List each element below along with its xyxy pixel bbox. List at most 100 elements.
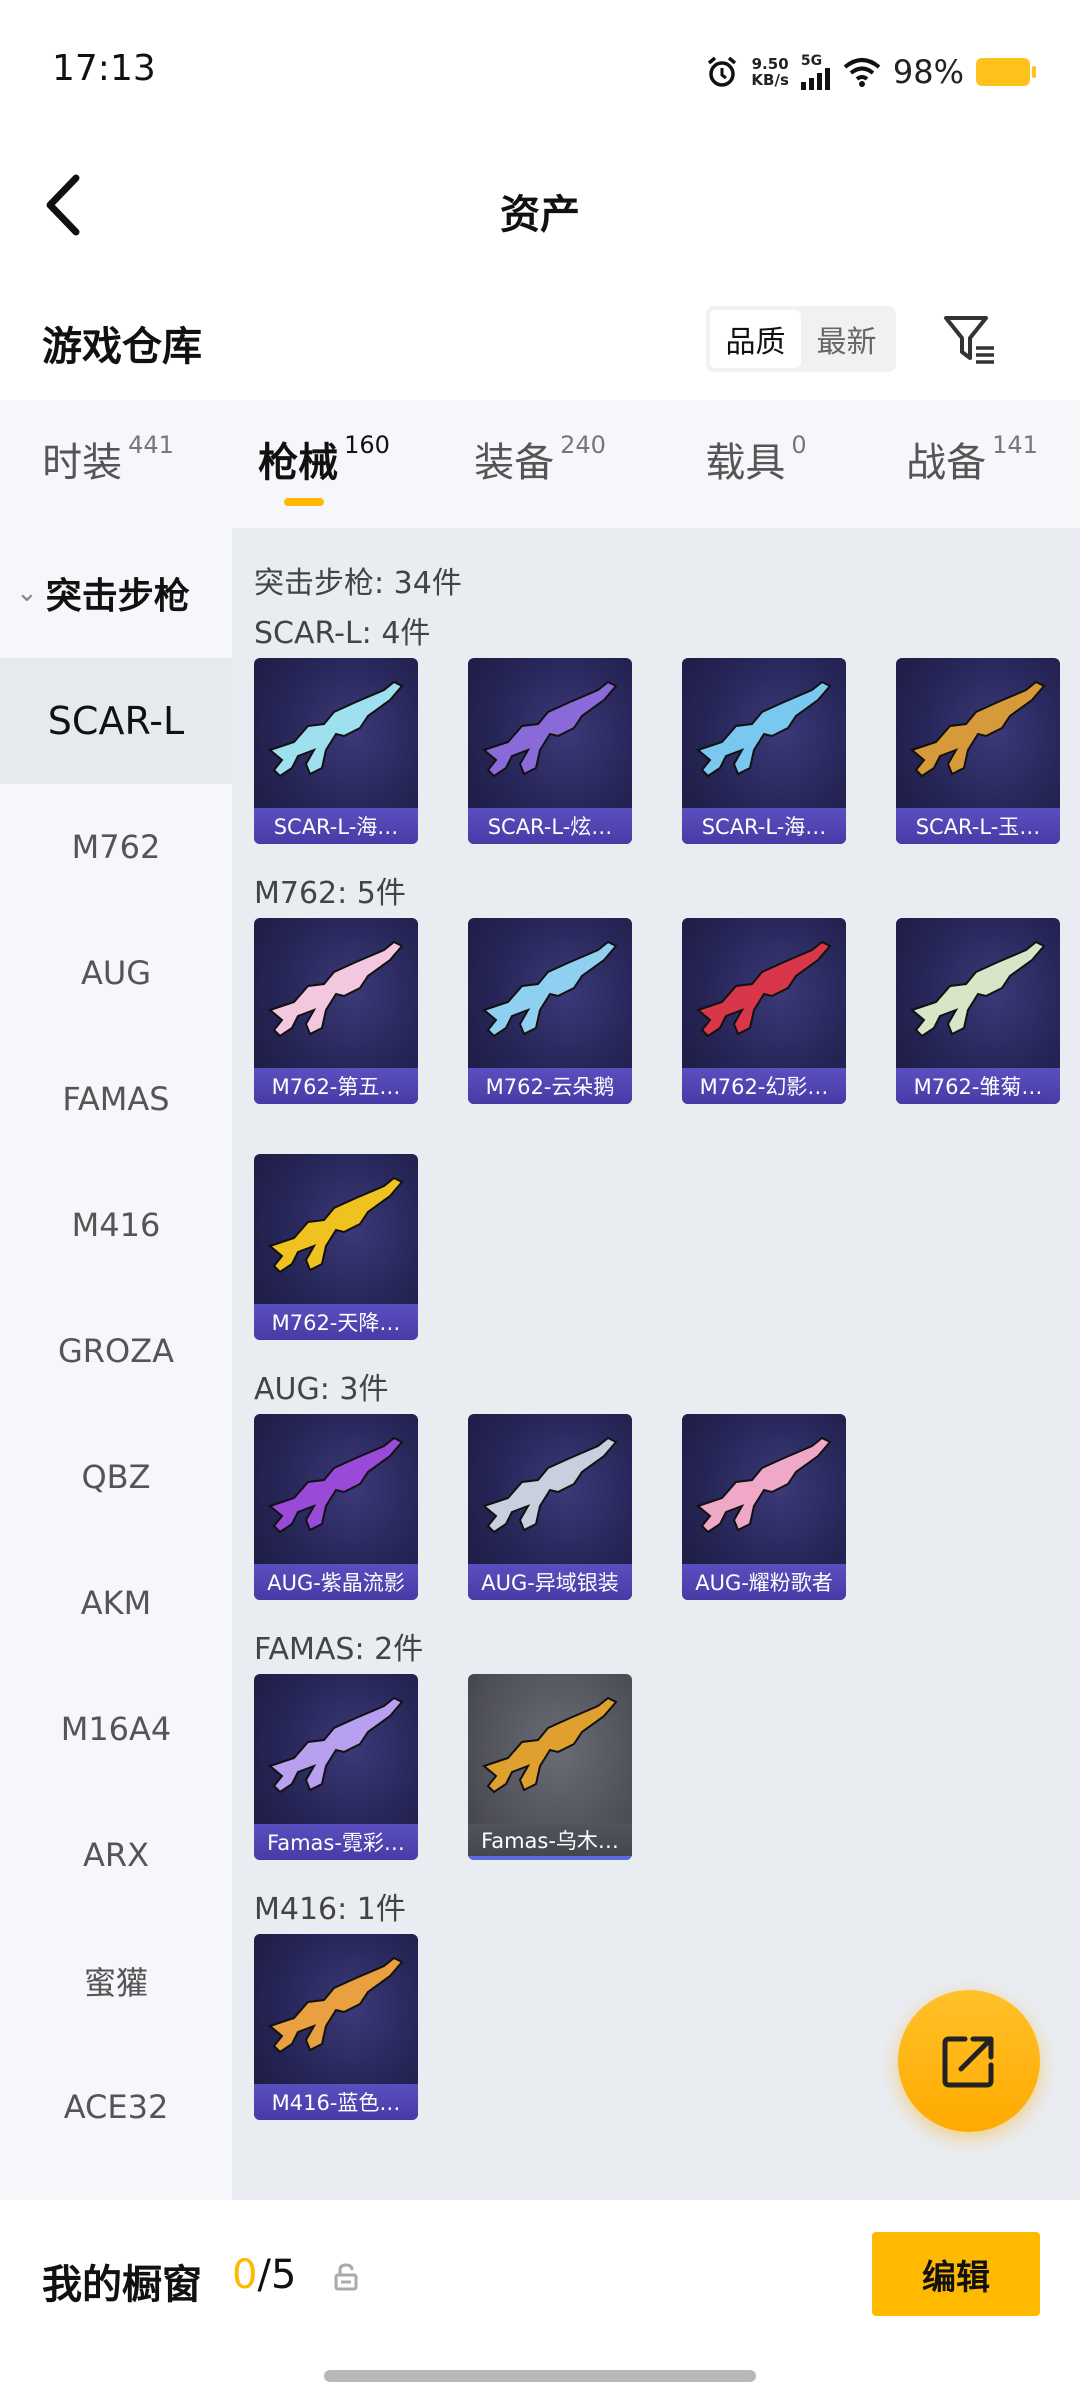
battery-percent: 98% [892,53,964,91]
weapon-card[interactable]: M762-第五… [254,918,418,1104]
weapon-name: M762-云朵鹅 [468,1068,632,1104]
weapon-card[interactable]: M416-蓝色… [254,1934,418,2120]
sidebar-item[interactable]: SCAR-L [0,658,232,784]
tab-equipment[interactable]: 装备 240 [432,400,648,528]
tab-label: 时装 [42,440,123,486]
chevron-down-icon: ⌄ [16,578,38,608]
weapon-name: SCAR-L-玉… [896,808,1060,844]
status-icons: 9.50 KB/s 5G 98% [705,48,1036,96]
weapon-name: AUG-紫晶流影 [254,1564,418,1600]
page-title: 资产 [500,192,580,238]
sort-quality-option[interactable]: 品质 [710,310,801,368]
showcase-separator: / [257,2252,271,2298]
net-speed-value: 9.50 [751,55,789,73]
weapon-card[interactable]: M762-云朵鹅 [468,918,632,1104]
rifle-icon [481,1696,618,1794]
network-type: 5G [800,53,823,69]
rifle-icon [481,680,618,778]
tab-active-indicator [284,498,324,506]
weapon-name: SCAR-L-海… [254,808,418,844]
rifle-icon [909,680,1046,778]
tab-fashion[interactable]: 时装 441 [0,400,216,528]
weapon-card[interactable]: SCAR-L-海… [254,658,418,844]
tab-count: 160 [344,431,390,459]
group-label: SCAR-L: 4件 [254,616,431,651]
category-total: 突击步枪: 34件 [254,566,462,601]
weapon-name: Famas-霓彩… [254,1824,418,1860]
weapon-name: AUG-耀粉歌者 [682,1564,846,1600]
share-export-icon [942,2036,994,2088]
weapon-card[interactable]: AUG-异域银装 [468,1414,632,1600]
group-label: AUG: 3件 [254,1372,389,1407]
weapon-card[interactable]: Famas-霓彩… [254,1674,418,1860]
weapon-card[interactable]: M762-雏菊… [896,918,1060,1104]
weapon-name: Famas-乌木… [468,1824,632,1860]
rifle-icon [267,1176,404,1274]
share-button[interactable] [898,1990,1040,2132]
sidebar-item[interactable]: AKM [0,1540,232,1666]
rifle-icon [267,1956,404,2054]
weapon-card[interactable]: SCAR-L-海… [682,658,846,844]
tab-count: 0 [791,431,807,459]
sidebar-item[interactable]: ARX [0,1792,232,1918]
sidebar-item[interactable]: M416 [0,1162,232,1288]
sidebar-item[interactable]: ACE32 [0,2044,232,2170]
showcase-max: 5 [270,2252,297,2298]
tab-vehicles[interactable]: 载具 0 [648,400,864,528]
tab-label: 载具 [705,440,786,486]
tab-label: 装备 [474,440,555,486]
net-speed: 9.50 KB/s [751,56,788,88]
top-nav: 资产 [0,140,1080,280]
rifle-icon [267,680,404,778]
wifi-icon [843,58,881,87]
sidebar-category-header[interactable]: ⌄ 突击步枪 [0,528,232,658]
battery-icon [976,58,1036,86]
rifle-icon [267,940,404,1038]
sidebar-item[interactable]: 蜜獾 [0,1918,232,2044]
tab-combat-gear[interactable]: 战备 141 [864,400,1080,528]
weapon-card[interactable]: M762-幻影… [682,918,846,1104]
sidebar-item[interactable]: QBZ [0,1414,232,1540]
weapon-card[interactable]: SCAR-L-炫… [468,658,632,844]
showcase-title: 我的橱窗 [42,2262,202,2308]
tab-firearms[interactable]: 枪械 160 [216,400,432,528]
rifle-icon [695,940,832,1038]
home-indicator[interactable] [324,2370,756,2382]
weapon-card[interactable]: M762-天降… [254,1154,418,1340]
showcase-current: 0 [232,2252,258,2298]
weapon-card[interactable]: Famas-乌木… [468,1674,632,1860]
rifle-icon [695,680,832,778]
showcase-bar: 我的橱窗 0/5 编辑 [0,2200,1080,2400]
tab-count: 141 [992,431,1038,459]
weapon-grid: 突击步枪: 34件 SCAR-L: 4件 SCAR-L-海… SCAR-L-炫… SC… [232,528,1080,2200]
sidebar-item[interactable]: FAMAS [0,1036,232,1162]
weapon-name: M416-蓝色… [254,2084,418,2120]
tab-count: 240 [560,431,606,459]
signal-icon [800,68,830,90]
tab-count: 441 [128,431,174,459]
group-label: M762: 5件 [254,876,406,911]
net-speed-unit: KB/s [751,71,789,89]
weapon-name: M762-幻影… [682,1068,846,1104]
weapon-card[interactable]: AUG-紫晶流影 [254,1414,418,1600]
warehouse-header: 游戏仓库 品质 最新 [0,290,1080,400]
edit-button[interactable]: 编辑 [872,2232,1040,2316]
warehouse-title: 游戏仓库 [42,324,202,370]
weapon-card[interactable]: SCAR-L-玉… [896,658,1060,844]
lock-icon [334,2263,358,2291]
weapon-name: AUG-异域银装 [468,1564,632,1600]
sort-latest-option[interactable]: 最新 [801,310,892,368]
signal-group: 5G [800,53,831,90]
sidebar-item[interactable]: AUG [0,910,232,1036]
weapon-name: SCAR-L-炫… [468,808,632,844]
weapon-card[interactable]: AUG-耀粉歌者 [682,1414,846,1600]
tab-label: 战备 [906,440,987,486]
filter-icon[interactable] [940,310,1000,370]
sidebar-item[interactable]: M16A4 [0,1666,232,1792]
rifle-icon [481,940,618,1038]
showcase-count: 0/5 [232,2252,296,2298]
sidebar-item[interactable]: GROZA [0,1288,232,1414]
sidebar-item[interactable]: M762 [0,784,232,910]
sidebar-category-label: 突击步枪 [45,576,190,617]
rifle-icon [695,1436,832,1534]
